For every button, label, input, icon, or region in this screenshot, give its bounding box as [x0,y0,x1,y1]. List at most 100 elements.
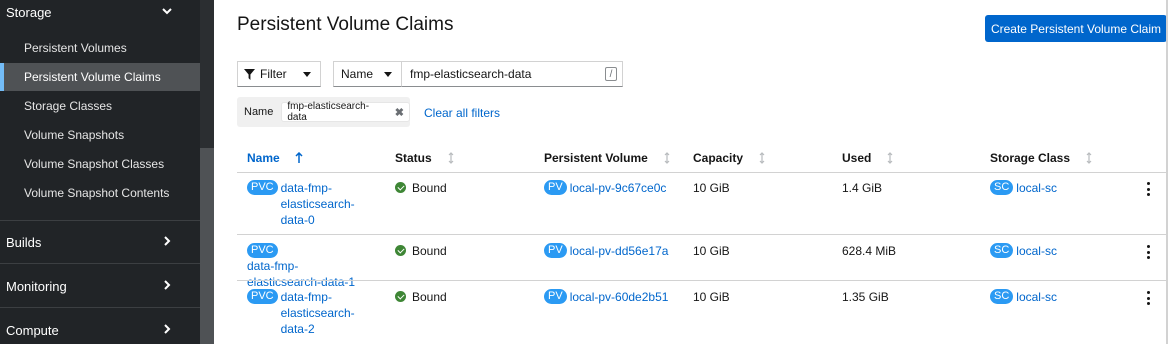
column-header-label: Capacity [693,151,744,165]
pv-badge: PV [544,243,567,258]
chevron-right-icon [164,280,171,290]
sidebar-scrollbar-thumb[interactable] [200,148,214,344]
pvc-name-line: elasticsearch- [280,197,355,211]
clear-all-filters-link[interactable]: Clear all filters [424,106,500,120]
sidebar-section-builds[interactable]: Builds [0,231,200,253]
sc-link[interactable]: local-sc [1016,180,1057,196]
column-header-label: Name [247,151,280,165]
check-circle-icon [395,245,406,256]
create-pvc-button[interactable]: Create Persistent Volume Claim [985,15,1167,42]
column-header-storage-class[interactable]: Storage Class [990,151,1094,165]
table-row: PVC data-fmp-elasticsearch-data-0 [247,180,387,228]
sidebar-item-label: Volume Snapshot Classes [24,157,165,171]
main-content: Persistent Volume Claims Create Persiste… [214,0,1168,344]
sidebar-divider [0,307,200,308]
pv-link[interactable]: local-pv-9c67ce0c [570,180,667,196]
storage-class-cell: SC local-sc [990,243,1057,259]
chevron-right-icon [164,324,171,334]
sort-icon [448,152,454,164]
filter-chip-group: Name fmp-elasticsearch-data ✖ [237,97,410,127]
pv-badge: PV [544,180,567,195]
pvc-name-link[interactable]: data-fmp-elasticsearch-data-1 [247,258,355,290]
column-header-label: Used [842,151,872,165]
name-dropdown-label: Name [341,67,374,81]
sc-link[interactable]: local-sc [1016,289,1057,305]
sidebar-section-monitoring[interactable]: Monitoring [0,275,200,297]
pv-cell: PV local-pv-dd56e17a [544,243,668,259]
sidebar-item-storage-classes[interactable]: Storage Classes [0,92,200,120]
status-cell: Bound [395,290,447,304]
sidebar-item-label: Volume Snapshots [24,128,125,142]
column-header-capacity[interactable]: Capacity [693,151,767,165]
pvc-name-link[interactable]: data-fmp-elasticsearch-data-2 [281,289,355,337]
sidebar-section-label: Compute [6,322,59,338]
pv-link[interactable]: local-pv-dd56e17a [570,243,669,259]
pv-cell: PV local-pv-9c67ce0c [544,180,666,196]
used-cell: 1.35 GiB [842,290,889,304]
name-dropdown[interactable]: Name [333,61,402,87]
caret-down-icon [303,72,311,77]
column-header-label: Persistent Volume [544,151,648,165]
sidebar-section-label: Storage [6,4,52,20]
sidebar-section-label: Builds [6,234,42,250]
sidebar-divider [0,263,200,264]
pvc-name-line: data-fmp- [247,259,299,273]
column-header-used[interactable]: Used [842,151,895,165]
pvc-name-line: elasticsearch- [280,306,355,320]
column-header-name[interactable]: Name [247,151,304,165]
check-circle-icon [395,182,406,193]
status-cell: Bound [395,244,447,258]
column-header-label: Storage Class [990,151,1071,165]
sort-icon [887,152,893,164]
column-header-persistent-volume[interactable]: Persistent Volume [544,151,672,165]
filter-dropdown-label: Filter [260,67,287,81]
sidebar-section-storage[interactable]: Storage [0,1,200,23]
pvc-badge: PVC [247,289,278,304]
pvc-name-link[interactable]: data-fmp-elasticsearch-data-0 [281,180,355,228]
storage-class-cell: SC local-sc [990,180,1057,196]
sidebar-item-label: Volume Snapshot Contents [24,186,170,200]
kebab-menu-icon[interactable] [1144,291,1152,305]
filter-chip: fmp-elasticsearch-data ✖ [281,101,410,123]
table-row: PVC data-fmp-elasticsearch-data-2 [247,289,387,337]
sidebar-item-volume-snapshots[interactable]: Volume Snapshots [0,121,200,149]
pv-badge: PV [544,289,567,304]
sidebar-item-persistent-volume-claims[interactable]: Persistent Volume Claims [0,63,200,91]
sort-ascending-icon [295,152,303,163]
close-icon[interactable]: ✖ [395,106,404,119]
capacity-cell: 10 GiB [693,290,730,304]
status-cell: Bound [395,181,447,195]
pvc-badge: PVC [247,180,278,195]
pv-link[interactable]: local-pv-60de2b51 [570,289,669,305]
kebab-menu-icon[interactable] [1144,182,1152,196]
slash-shortcut-hint: / [605,67,617,81]
sidebar-item-label: Persistent Volume Claims [24,70,161,84]
chip-category: Name [244,106,274,118]
pvc-name-line: data-fmp- [280,181,332,195]
chevron-right-icon [164,236,171,246]
kebab-menu-icon[interactable] [1144,245,1152,259]
sidebar-section-compute[interactable]: Compute [0,319,200,341]
pvc-name-line: data-2 [280,322,315,336]
sort-icon [1086,152,1092,164]
sidebar-item-volume-snapshot-classes[interactable]: Volume Snapshot Classes [0,150,200,178]
storage-class-cell: SC local-sc [990,289,1057,305]
chevron-down-icon [162,8,172,15]
sc-badge: SC [990,243,1014,258]
filter-dropdown[interactable]: Filter [237,61,321,87]
pvc-name-line: data-fmp- [280,290,332,304]
page-title: Persistent Volume Claims [237,14,454,35]
search-input[interactable] [402,61,623,87]
column-header-status[interactable]: Status [395,151,456,165]
sort-icon [759,152,765,164]
capacity-cell: 10 GiB [693,244,730,258]
column-header-label: Status [395,151,432,165]
used-cell: 628.4 MiB [842,244,897,258]
filter-icon [244,68,255,80]
status-text: Bound [412,181,447,195]
sc-link[interactable]: local-sc [1016,243,1057,259]
chip-label: fmp-elasticsearch-data [287,101,370,123]
sidebar-item-volume-snapshot-contents[interactable]: Volume Snapshot Contents [0,179,200,207]
sidebar-item-persistent-volumes[interactable]: Persistent Volumes [0,34,200,62]
pv-cell: PV local-pv-60de2b51 [544,289,668,305]
